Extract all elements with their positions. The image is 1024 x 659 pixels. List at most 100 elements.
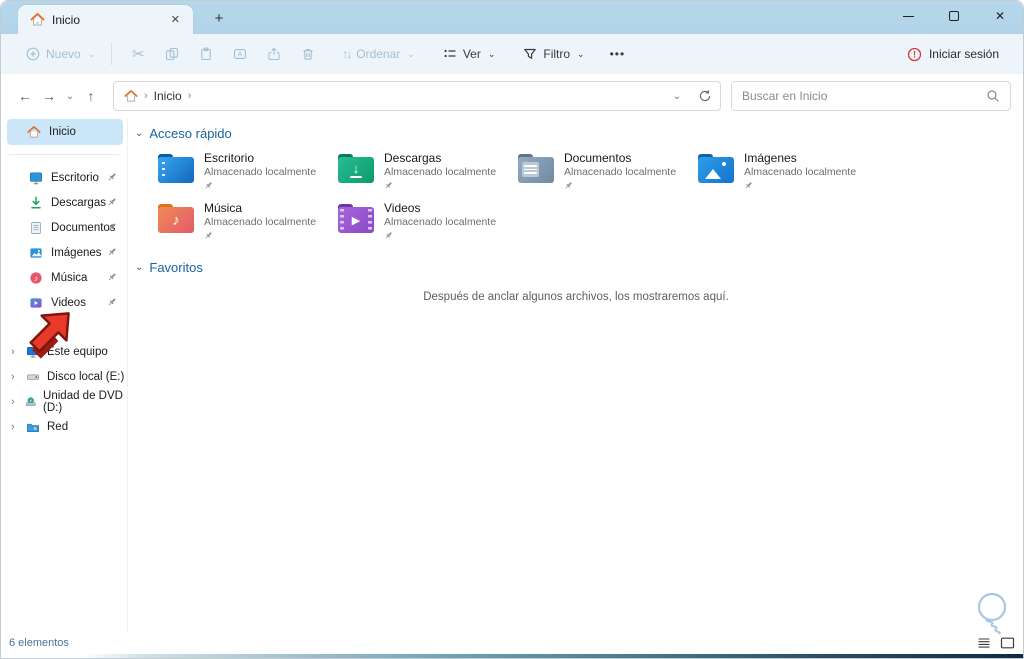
tile-documentos[interactable]: Documentos Almacenado localmente xyxy=(516,149,688,199)
sidebar-item-unidad-dvd[interactable]: › Unidad de DVD (D:) xyxy=(1,389,127,414)
network-icon xyxy=(26,420,40,434)
tile-subtitle: Almacenado localmente xyxy=(204,216,316,228)
svg-text:!: ! xyxy=(913,49,916,59)
sidebar-item-label: Inicio xyxy=(49,126,76,138)
recent-locations-button[interactable]: ⌄ xyxy=(61,91,79,102)
scissors-icon: ✂ xyxy=(132,47,145,62)
lightbulb-watermark xyxy=(967,590,1015,646)
sidebar-item-musica[interactable]: ♪ Música xyxy=(1,265,127,290)
expand-chevron-icon[interactable]: › xyxy=(11,421,19,433)
window-bottom-edge xyxy=(1,654,1023,658)
more-options-button[interactable]: ••• xyxy=(604,47,632,61)
title-bar: Inicio ✕ + ✕ xyxy=(1,1,1023,34)
forward-button[interactable]: → xyxy=(37,85,61,107)
chevron-down-icon: ⌄ xyxy=(407,49,415,60)
maximize-button[interactable] xyxy=(931,1,977,31)
status-bar: 6 elementos xyxy=(1,632,1023,654)
paste-button[interactable] xyxy=(189,42,223,66)
tile-escritorio[interactable]: Escritorio Almacenado localmente xyxy=(156,149,328,199)
chevron-down-icon: ⌄ xyxy=(488,49,496,60)
minimize-icon xyxy=(903,16,914,17)
breadcrumb-root[interactable]: Inicio xyxy=(154,89,182,103)
pictures-folder-icon xyxy=(698,154,734,183)
sidebar-item-label: Unidad de DVD (D:) xyxy=(43,390,127,414)
tile-videos[interactable]: ▶ Videos Almacenado localmente xyxy=(336,199,508,249)
pictures-icon xyxy=(29,246,43,260)
chevron-down-icon: ⌄ xyxy=(577,49,585,60)
chevron-down-icon[interactable]: ⌄ xyxy=(135,262,143,273)
pin-icon xyxy=(384,181,393,190)
address-dropdown-button[interactable]: ⌄ xyxy=(668,91,686,102)
tile-subtitle: Almacenado localmente xyxy=(564,166,676,178)
documents-folder-icon xyxy=(518,154,554,183)
new-tab-button[interactable]: + xyxy=(206,8,232,30)
pin-icon xyxy=(107,197,117,207)
tile-name: Documentos xyxy=(564,151,676,165)
sidebar-item-escritorio[interactable]: Escritorio xyxy=(1,165,127,190)
sidebar-item-descargas[interactable]: Descargas xyxy=(1,190,127,215)
expand-chevron-icon[interactable]: › xyxy=(11,396,18,408)
minimize-button[interactable] xyxy=(885,1,931,31)
pin-icon xyxy=(564,181,573,190)
chevron-down-icon[interactable]: ⌄ xyxy=(135,128,143,139)
clipboard-icon xyxy=(199,47,213,61)
videos-folder-icon: ▶ xyxy=(338,204,374,233)
tile-descargas[interactable]: ↓ Descargas Almacenado localmente xyxy=(336,149,508,199)
sidebar-item-inicio[interactable]: Inicio xyxy=(7,119,123,145)
document-icon xyxy=(29,221,43,235)
search-icon[interactable] xyxy=(986,89,1000,103)
toolbar-divider xyxy=(111,43,112,65)
up-button[interactable]: ↑ xyxy=(79,85,103,107)
sidebar-item-label: Red xyxy=(47,421,68,433)
section-favorites[interactable]: ⌄ Favoritos xyxy=(135,260,203,275)
pin-icon xyxy=(107,172,117,182)
new-button[interactable]: Nuevo ⌄ xyxy=(19,42,102,66)
music-icon: ♪ xyxy=(29,271,43,285)
copy-button[interactable] xyxy=(155,42,189,66)
share-button[interactable] xyxy=(257,42,291,66)
drive-icon xyxy=(26,370,40,384)
cut-button[interactable]: ✂ xyxy=(121,42,155,67)
sort-button[interactable]: ↑↓ Ordenar ⌄ xyxy=(335,42,422,66)
back-button[interactable]: ← xyxy=(13,85,37,107)
sidebar-divider xyxy=(9,154,119,155)
address-bar[interactable]: › Inicio › ⌄ xyxy=(113,81,721,111)
share-icon xyxy=(267,47,281,61)
delete-button[interactable] xyxy=(291,42,325,66)
expand-chevron-icon[interactable]: › xyxy=(11,371,19,383)
home-icon xyxy=(27,125,41,139)
downloads-folder-icon: ↓ xyxy=(338,154,374,183)
sign-in-button[interactable]: ! Iniciar sesión xyxy=(899,42,1007,67)
tile-subtitle: Almacenado localmente xyxy=(384,166,496,178)
sidebar-item-red[interactable]: › Red xyxy=(1,414,127,439)
tab-inicio[interactable]: Inicio ✕ xyxy=(18,5,193,34)
dvd-drive-icon xyxy=(25,395,36,409)
pin-icon xyxy=(107,272,117,282)
plus-circle-icon xyxy=(26,47,40,61)
tile-imagenes[interactable]: Imágenes Almacenado localmente xyxy=(696,149,868,199)
navigation-pane: Inicio Escritorio Descargas xyxy=(1,118,128,632)
navigation-bar: ← → ⌄ ↑ › Inicio › ⌄ xyxy=(1,74,1023,118)
tab-close-button[interactable]: ✕ xyxy=(166,11,185,28)
pin-icon xyxy=(744,181,753,190)
filter-button[interactable]: Filtro ⌄ xyxy=(516,42,591,66)
pin-icon xyxy=(204,231,213,240)
rename-button[interactable]: A xyxy=(223,42,257,66)
tile-musica[interactable]: ♪ Música Almacenado localmente xyxy=(156,199,328,249)
section-title: Favoritos xyxy=(149,260,202,275)
view-button[interactable]: Ver ⌄ xyxy=(436,42,503,66)
sidebar-item-imagenes[interactable]: Imágenes xyxy=(1,240,127,265)
sidebar-item-disco-local[interactable]: › Disco local (E:) xyxy=(1,364,127,389)
sort-arrows-icon: ↑↓ xyxy=(342,47,350,61)
section-title: Acceso rápido xyxy=(149,126,231,141)
close-button[interactable]: ✕ xyxy=(977,1,1023,31)
item-count: 6 elementos xyxy=(9,637,69,649)
section-quick-access[interactable]: ⌄ Acceso rápido xyxy=(135,126,232,141)
search-box[interactable] xyxy=(731,81,1011,111)
sidebar-item-documentos[interactable]: Documentos xyxy=(1,215,127,240)
refresh-button[interactable] xyxy=(698,89,712,103)
search-input[interactable] xyxy=(742,89,986,103)
sign-in-label: Iniciar sesión xyxy=(929,47,999,61)
filter-funnel-icon xyxy=(523,47,537,61)
expand-chevron-icon[interactable]: › xyxy=(11,346,19,358)
